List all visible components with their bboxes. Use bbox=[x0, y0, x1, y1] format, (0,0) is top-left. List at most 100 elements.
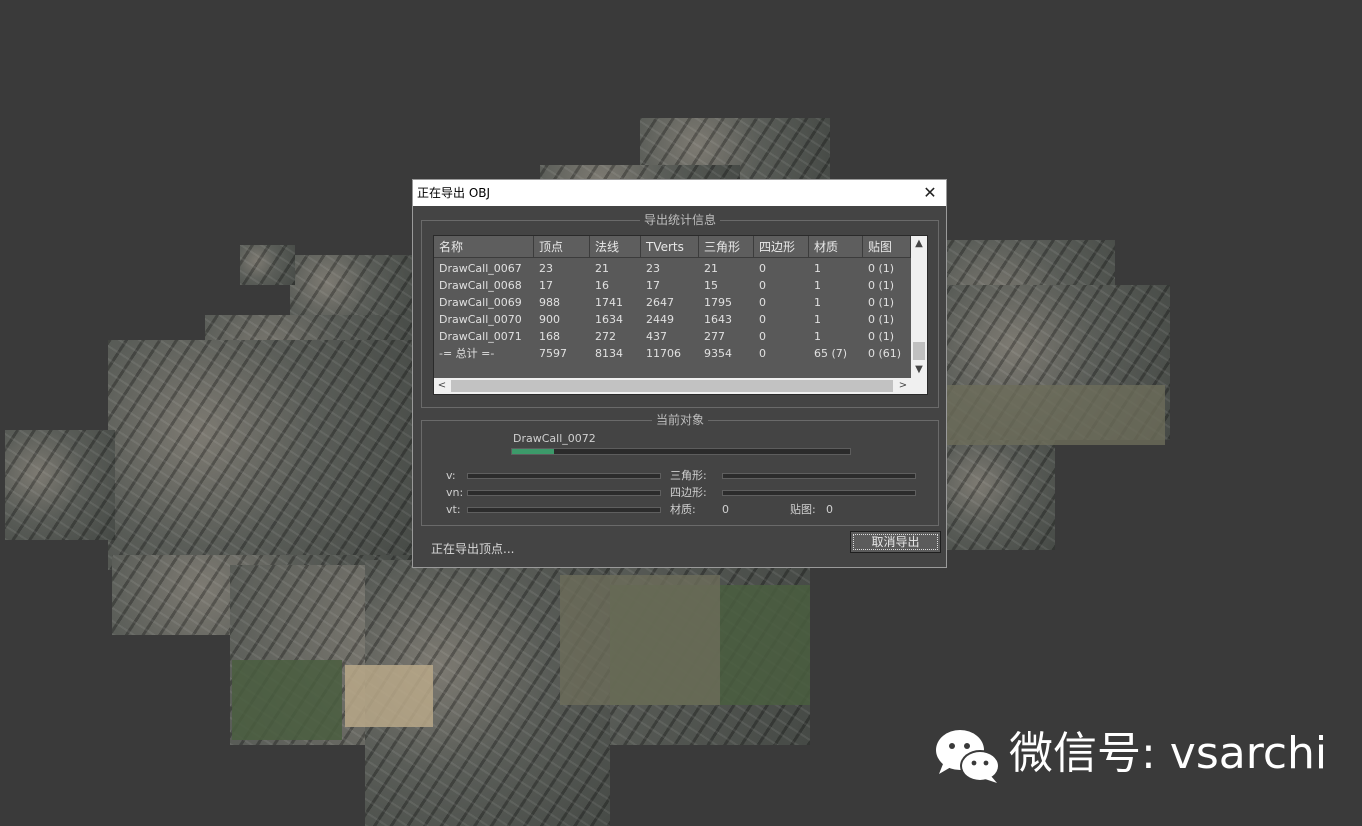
column-header[interactable]: 贴图 bbox=[863, 236, 911, 258]
table-cell: DrawCall_0067 bbox=[439, 262, 522, 275]
table-cell: 9354 bbox=[704, 347, 732, 360]
current-object-name: DrawCall_0072 bbox=[513, 432, 596, 445]
material-value: 0 bbox=[722, 503, 729, 516]
table-cell: 0 bbox=[759, 330, 766, 343]
normal-bar bbox=[467, 490, 661, 496]
table-cell: 0 bbox=[759, 347, 766, 360]
table-cell: 0 (1) bbox=[868, 262, 895, 275]
table-cell: 2647 bbox=[646, 296, 674, 309]
wechat-watermark: 微信号: vsarchi bbox=[933, 726, 1353, 786]
table-cell: 17 bbox=[646, 279, 660, 292]
vertex-bar bbox=[467, 473, 661, 479]
horizontal-scroll-thumb[interactable] bbox=[451, 380, 893, 392]
triangle-bar bbox=[722, 473, 916, 479]
stats-table-header: 名称 顶点 法线 TVerts 三角形 四边形 材质 贴图 bbox=[434, 236, 911, 258]
map-value: 0 bbox=[826, 503, 833, 516]
cancel-export-button[interactable]: 取消导出 bbox=[850, 531, 941, 553]
dialog-title: 正在导出 OBJ bbox=[417, 186, 491, 200]
table-cell: 437 bbox=[646, 330, 667, 343]
table-cell: 1 bbox=[814, 330, 821, 343]
table-cell: 21 bbox=[595, 262, 609, 275]
horizontal-scrollbar[interactable]: < > bbox=[434, 378, 911, 394]
object-progress-fill bbox=[512, 449, 555, 454]
city-map-tile bbox=[5, 430, 115, 540]
scroll-down-icon[interactable]: ▼ bbox=[911, 362, 927, 378]
table-cell: 0 (1) bbox=[868, 296, 895, 309]
scroll-right-icon[interactable]: > bbox=[895, 378, 911, 394]
normal-label: vn: bbox=[446, 486, 464, 499]
triangle-label: 三角形: bbox=[670, 469, 707, 482]
table-row[interactable]: DrawCall_0070 900 1634 2449 1643 0 1 0 (1) bbox=[434, 311, 911, 328]
table-cell: 1795 bbox=[704, 296, 732, 309]
export-stats-title: 导出统计信息 bbox=[639, 213, 721, 227]
table-cell: 988 bbox=[539, 296, 560, 309]
table-row[interactable]: DrawCall_0068 17 16 17 15 0 1 0 (1) bbox=[434, 277, 911, 294]
table-cell: 11706 bbox=[646, 347, 681, 360]
table-cell: 168 bbox=[539, 330, 560, 343]
texvert-bar bbox=[467, 507, 661, 513]
vertical-scroll-thumb[interactable] bbox=[913, 342, 925, 360]
material-label: 材质: bbox=[670, 503, 696, 516]
table-cell: 23 bbox=[646, 262, 660, 275]
table-cell: 1 bbox=[814, 262, 821, 275]
table-cell: 65 (7) bbox=[814, 347, 848, 360]
column-header[interactable]: 三角形 bbox=[699, 236, 754, 258]
table-cell: 1 bbox=[814, 279, 821, 292]
river bbox=[560, 575, 720, 705]
plaza bbox=[345, 665, 433, 727]
table-cell: DrawCall_0071 bbox=[439, 330, 522, 343]
table-cell: DrawCall_0068 bbox=[439, 279, 522, 292]
table-cell: DrawCall_0070 bbox=[439, 313, 522, 326]
vertical-scrollbar[interactable]: ▲ ▼ bbox=[911, 236, 927, 378]
table-cell: -= 总计 =- bbox=[439, 347, 495, 360]
export-obj-dialog: 正在导出 OBJ ✕ 导出统计信息 名称 顶点 法线 TVerts 三角形 四边形 材质 贴图… bbox=[412, 179, 947, 568]
table-row[interactable]: DrawCall_0071 168 272 437 277 0 1 0 (1) bbox=[434, 328, 911, 345]
table-row[interactable]: DrawCall_0067 23 21 23 21 0 1 0 (1) bbox=[434, 260, 911, 277]
city-map-tile bbox=[240, 245, 295, 285]
table-cell: 0 bbox=[759, 313, 766, 326]
table-row[interactable]: DrawCall_0069 988 1741 2647 1795 0 1 0 (1) bbox=[434, 294, 911, 311]
scrollbar-corner bbox=[911, 378, 927, 394]
table-cell: DrawCall_0069 bbox=[439, 296, 522, 309]
column-header[interactable]: 法线 bbox=[590, 236, 641, 258]
stats-table-body: DrawCall_0067 23 21 23 21 0 1 0 (1) DrawCall_006… bbox=[434, 260, 911, 362]
table-cell: 0 (1) bbox=[868, 313, 895, 326]
scroll-left-icon[interactable]: < bbox=[434, 378, 450, 394]
current-object-title: 当前对象 bbox=[651, 413, 709, 427]
column-header[interactable]: 顶点 bbox=[534, 236, 590, 258]
table-cell: 272 bbox=[595, 330, 616, 343]
table-cell: 21 bbox=[704, 262, 718, 275]
table-cell: 0 (1) bbox=[868, 279, 895, 292]
table-cell: 0 bbox=[759, 262, 766, 275]
table-cell: 17 bbox=[539, 279, 553, 292]
table-cell: 7597 bbox=[539, 347, 567, 360]
table-cell: 8134 bbox=[595, 347, 623, 360]
column-header[interactable]: 四边形 bbox=[754, 236, 809, 258]
table-cell: 16 bbox=[595, 279, 609, 292]
texvert-label: vt: bbox=[446, 503, 461, 516]
table-cell: 23 bbox=[539, 262, 553, 275]
table-cell: 2449 bbox=[646, 313, 674, 326]
table-cell: 15 bbox=[704, 279, 718, 292]
column-header[interactable]: 材质 bbox=[809, 236, 863, 258]
column-header[interactable]: TVerts bbox=[641, 236, 699, 258]
watermark-text: 微信号: vsarchi bbox=[1009, 728, 1328, 779]
table-cell: 0 (1) bbox=[868, 330, 895, 343]
city-map-tile bbox=[945, 440, 1055, 550]
scroll-up-icon[interactable]: ▲ bbox=[911, 236, 927, 252]
vertex-label: v: bbox=[446, 469, 456, 482]
status-text: 正在导出顶点... bbox=[431, 542, 515, 556]
table-cell: 0 (61) bbox=[868, 347, 902, 360]
table-cell: 1643 bbox=[704, 313, 732, 326]
dialog-titlebar: 正在导出 OBJ ✕ bbox=[413, 180, 946, 206]
table-cell: 0 bbox=[759, 279, 766, 292]
close-icon[interactable]: ✕ bbox=[920, 183, 940, 203]
quad-label: 四边形: bbox=[670, 486, 707, 499]
table-row[interactable]: -= 总计 =- 7597 8134 11706 9354 0 65 (7) 0 (61) bbox=[434, 345, 911, 362]
object-progress-bar bbox=[511, 448, 851, 455]
river bbox=[945, 385, 1165, 445]
column-header[interactable]: 名称 bbox=[434, 236, 534, 258]
stats-table: 名称 顶点 法线 TVerts 三角形 四边形 材质 贴图 DrawCall_0067 23 21… bbox=[433, 235, 928, 395]
park-area bbox=[232, 660, 342, 740]
table-cell: 900 bbox=[539, 313, 560, 326]
